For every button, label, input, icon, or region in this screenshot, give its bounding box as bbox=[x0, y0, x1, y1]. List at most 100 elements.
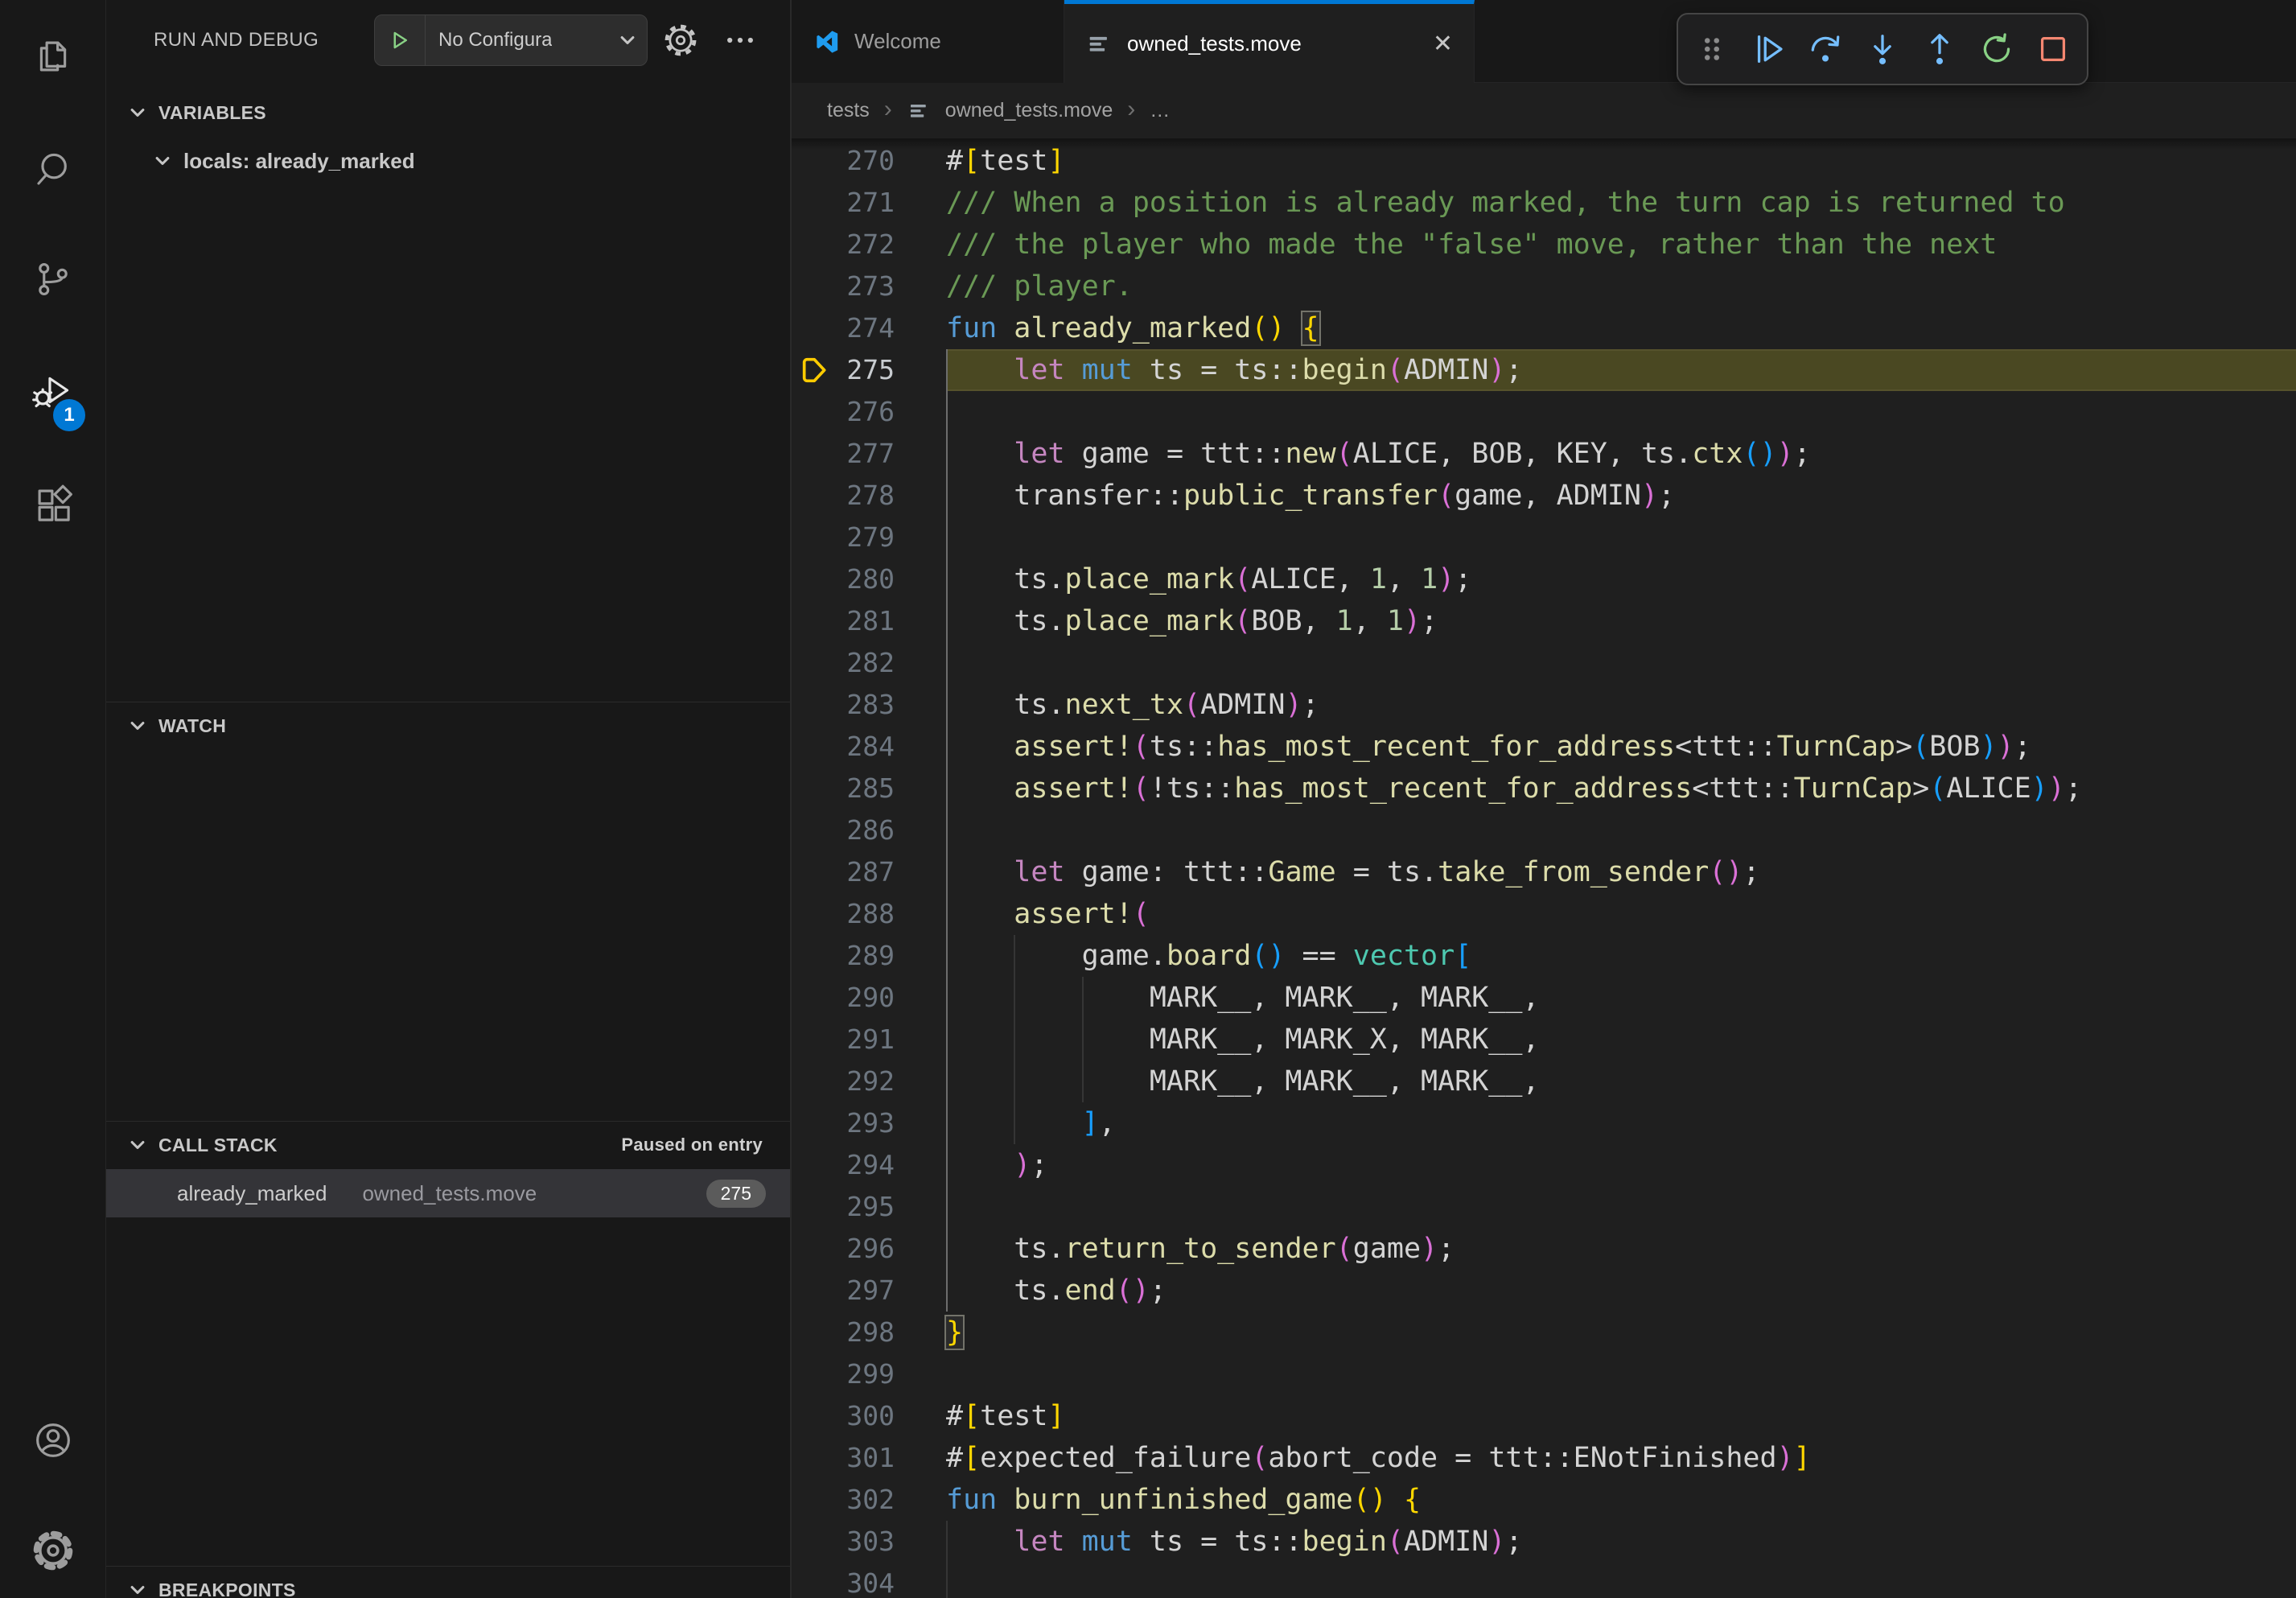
gutter[interactable]: 281 bbox=[792, 600, 946, 642]
extensions-icon[interactable] bbox=[0, 483, 105, 526]
gutter[interactable]: 290 bbox=[792, 977, 946, 1019]
code-line[interactable]: 276 bbox=[792, 391, 2296, 433]
code-line[interactable]: 277 let game = ttt::new(ALICE, BOB, KEY,… bbox=[792, 433, 2296, 475]
gutter[interactable]: 300 bbox=[792, 1395, 946, 1437]
call-stack-frame-row[interactable]: already_marked owned_tests.move 275 bbox=[106, 1169, 790, 1217]
code-line[interactable]: 289 game.board() == vector[ bbox=[792, 935, 2296, 977]
breadcrumb-folder[interactable]: tests bbox=[827, 99, 870, 122]
explorer-icon[interactable] bbox=[0, 35, 105, 78]
call-stack-section-header[interactable]: CALL STACK Paused on entry bbox=[106, 1122, 790, 1168]
code-editor[interactable]: 270#[test]271/// When a position is alre… bbox=[792, 138, 2296, 1598]
gutter[interactable]: 291 bbox=[792, 1019, 946, 1061]
code-line[interactable]: 295 bbox=[792, 1186, 2296, 1228]
gutter[interactable]: 294 bbox=[792, 1144, 946, 1186]
gutter[interactable]: 271 bbox=[792, 182, 946, 224]
run-and-debug-icon[interactable] bbox=[0, 369, 105, 412]
code-line[interactable]: 275 let mut ts = ts::begin(ADMIN); bbox=[792, 349, 2296, 391]
gutter[interactable]: 283 bbox=[792, 684, 946, 726]
close-icon[interactable]: ✕ bbox=[1433, 32, 1453, 56]
step-into-button[interactable] bbox=[1859, 26, 1906, 72]
restart-button[interactable] bbox=[1973, 26, 2020, 72]
gutter[interactable]: 304 bbox=[792, 1563, 946, 1598]
code-line[interactable]: 284 assert!(ts::has_most_recent_for_addr… bbox=[792, 726, 2296, 768]
variables-locals-row[interactable]: locals: already_marked bbox=[106, 138, 790, 183]
gutter[interactable]: 286 bbox=[792, 809, 946, 851]
breadcrumb-symbol[interactable]: … bbox=[1150, 99, 1170, 122]
gutter[interactable]: 287 bbox=[792, 851, 946, 893]
code-line[interactable]: 304 bbox=[792, 1563, 2296, 1598]
gutter[interactable]: 274 bbox=[792, 307, 946, 349]
code-line[interactable]: 283 ts.next_tx(ADMIN); bbox=[792, 684, 2296, 726]
code-line[interactable]: 270#[test] bbox=[792, 140, 2296, 182]
code-line[interactable]: 278 transfer::public_transfer(game, ADMI… bbox=[792, 475, 2296, 517]
gutter[interactable]: 298 bbox=[792, 1312, 946, 1353]
toolbar-drag-grip[interactable] bbox=[1689, 26, 1735, 72]
gutter[interactable]: 302 bbox=[792, 1479, 946, 1521]
code-line[interactable]: 274fun already_marked() { bbox=[792, 307, 2296, 349]
source-control-icon[interactable] bbox=[0, 257, 105, 301]
account-icon[interactable] bbox=[0, 1419, 105, 1462]
gutter[interactable]: 285 bbox=[792, 768, 946, 809]
settings-gear-icon[interactable] bbox=[0, 1529, 105, 1572]
gutter[interactable]: 292 bbox=[792, 1061, 946, 1102]
code-line[interactable]: 291 MARK__, MARK_X, MARK__, bbox=[792, 1019, 2296, 1061]
step-over-button[interactable] bbox=[1802, 26, 1849, 72]
gutter[interactable]: 275 bbox=[792, 349, 946, 391]
continue-button[interactable] bbox=[1746, 26, 1792, 72]
code-line[interactable]: 290 MARK__, MARK__, MARK__, bbox=[792, 977, 2296, 1019]
code-line[interactable]: 296 ts.return_to_sender(game); bbox=[792, 1228, 2296, 1270]
gutter[interactable]: 279 bbox=[792, 517, 946, 558]
gutter[interactable]: 278 bbox=[792, 475, 946, 517]
code-line[interactable]: 302fun burn_unfinished_game() { bbox=[792, 1479, 2296, 1521]
code-line[interactable]: 279 bbox=[792, 517, 2296, 558]
code-line[interactable]: 301#[expected_failure(abort_code = ttt::… bbox=[792, 1437, 2296, 1479]
code-line[interactable]: 271/// When a position is already marked… bbox=[792, 182, 2296, 224]
code-line[interactable]: 300#[test] bbox=[792, 1395, 2296, 1437]
code-line[interactable]: 273/// player. bbox=[792, 266, 2296, 307]
debug-settings-gear-icon[interactable] bbox=[663, 23, 698, 58]
gutter[interactable]: 288 bbox=[792, 893, 946, 935]
code-line[interactable]: 299 bbox=[792, 1353, 2296, 1395]
gutter[interactable]: 289 bbox=[792, 935, 946, 977]
code-line[interactable]: 280 ts.place_mark(ALICE, 1, 1); bbox=[792, 558, 2296, 600]
code-line[interactable]: 297 ts.end(); bbox=[792, 1270, 2296, 1312]
gutter[interactable]: 276 bbox=[792, 391, 946, 433]
code-line[interactable]: 292 MARK__, MARK__, MARK__, bbox=[792, 1061, 2296, 1102]
code-line[interactable]: 286 bbox=[792, 809, 2296, 851]
step-out-button[interactable] bbox=[1916, 26, 1963, 72]
gutter[interactable]: 272 bbox=[792, 224, 946, 266]
gutter[interactable]: 303 bbox=[792, 1521, 946, 1563]
gutter[interactable]: 301 bbox=[792, 1437, 946, 1479]
code-line[interactable]: 272/// the player who made the "false" m… bbox=[792, 224, 2296, 266]
breadcrumb-file[interactable]: owned_tests.move bbox=[945, 99, 1113, 122]
stop-button[interactable] bbox=[2030, 26, 2076, 72]
gutter[interactable]: 296 bbox=[792, 1228, 946, 1270]
gutter[interactable]: 299 bbox=[792, 1353, 946, 1395]
gutter[interactable]: 284 bbox=[792, 726, 946, 768]
code-line[interactable]: 281 ts.place_mark(BOB, 1, 1); bbox=[792, 600, 2296, 642]
code-line[interactable]: 303 let mut ts = ts::begin(ADMIN); bbox=[792, 1521, 2296, 1563]
code-line[interactable]: 298} bbox=[792, 1312, 2296, 1353]
code-line[interactable]: 294 ); bbox=[792, 1144, 2296, 1186]
tab-welcome[interactable]: Welcome bbox=[792, 0, 1064, 83]
gutter[interactable]: 293 bbox=[792, 1102, 946, 1144]
gutter[interactable]: 280 bbox=[792, 558, 946, 600]
more-actions-icon[interactable] bbox=[722, 23, 758, 58]
launch-config-dropdown[interactable]: No Configura bbox=[374, 14, 648, 66]
gutter[interactable]: 295 bbox=[792, 1186, 946, 1228]
gutter[interactable]: 297 bbox=[792, 1270, 946, 1312]
gutter[interactable]: 273 bbox=[792, 266, 946, 307]
gutter[interactable]: 282 bbox=[792, 642, 946, 684]
variables-section-header[interactable]: VARIABLES bbox=[106, 90, 790, 135]
code-line[interactable]: 293 ], bbox=[792, 1102, 2296, 1144]
code-line[interactable]: 282 bbox=[792, 642, 2296, 684]
gutter[interactable]: 277 bbox=[792, 433, 946, 475]
search-icon[interactable] bbox=[0, 147, 105, 191]
tab-owned-tests-move[interactable]: owned_tests.move ✕ bbox=[1064, 0, 1475, 84]
start-debug-button[interactable] bbox=[375, 15, 426, 65]
watch-section-header[interactable]: WATCH bbox=[106, 703, 790, 748]
breakpoints-section-header[interactable]: BREAKPOINTS bbox=[106, 1567, 790, 1598]
code-line[interactable]: 287 let game: ttt::Game = ts.take_from_s… bbox=[792, 851, 2296, 893]
gutter[interactable]: 270 bbox=[792, 140, 946, 182]
code-line[interactable]: 285 assert!(!ts::has_most_recent_for_add… bbox=[792, 768, 2296, 809]
